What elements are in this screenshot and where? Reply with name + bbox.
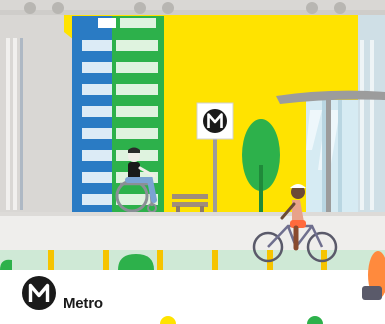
blue-tower (72, 16, 116, 215)
metro-wordmark: Metro (63, 295, 103, 312)
metro-m-logo (22, 276, 56, 310)
overhead-structure (0, 0, 385, 16)
metro-brand: Metro (22, 276, 132, 312)
left-facade (0, 15, 74, 215)
metro-m-icon (203, 109, 227, 133)
metro-illustration: Metro (0, 0, 385, 324)
